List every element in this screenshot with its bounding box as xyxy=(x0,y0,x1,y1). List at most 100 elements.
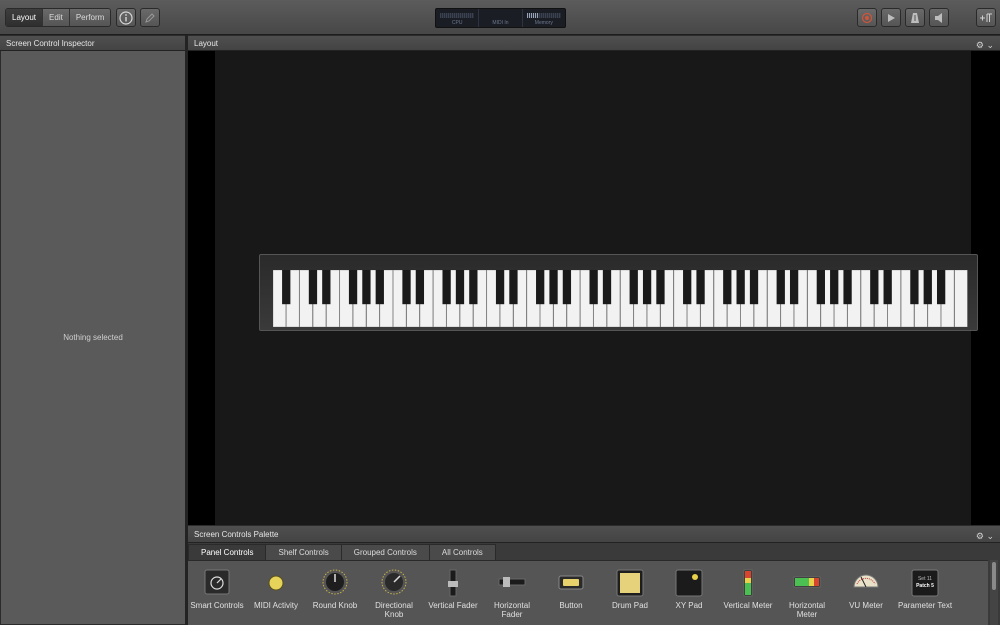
smart-controls-icon xyxy=(204,569,230,595)
black-key[interactable] xyxy=(362,270,371,305)
info-icon xyxy=(119,10,133,25)
cpu-meter: CPU xyxy=(436,9,480,27)
black-key[interactable] xyxy=(789,270,799,305)
play-button[interactable] xyxy=(881,8,901,27)
tab-all-controls[interactable]: All Controls xyxy=(428,544,496,560)
xy-pad-icon xyxy=(675,569,703,597)
black-key[interactable] xyxy=(375,270,384,305)
palette-item-vu-meter[interactable]: VU Meter xyxy=(837,561,895,625)
black-key[interactable] xyxy=(455,270,465,305)
black-key[interactable] xyxy=(642,270,652,305)
inspector-title: Screen Control Inspector xyxy=(6,39,95,48)
palette-item-horizontal-fader[interactable]: Horizontal Fader xyxy=(483,561,541,625)
black-key[interactable] xyxy=(816,270,825,305)
black-key[interactable] xyxy=(509,270,518,305)
white-key[interactable] xyxy=(954,270,968,327)
black-key[interactable] xyxy=(830,270,839,305)
directional-knob-icon xyxy=(381,569,407,595)
nothing-selected-text: Nothing selected xyxy=(63,333,123,342)
palette-item-parameter-text[interactable]: Set 11 Patch 5 Parameter Text xyxy=(896,561,954,625)
drum-pad-icon xyxy=(616,569,644,597)
layout-area[interactable] xyxy=(188,51,1000,525)
black-key[interactable] xyxy=(696,270,705,305)
black-key[interactable] xyxy=(495,270,505,305)
add-controls-button[interactable] xyxy=(976,8,996,27)
black-key[interactable] xyxy=(282,270,291,305)
round-knob-icon xyxy=(322,569,348,595)
pencil-icon xyxy=(145,12,155,23)
midi-activity-icon xyxy=(268,575,284,591)
volume-button[interactable] xyxy=(929,8,949,27)
black-key[interactable] xyxy=(923,270,932,305)
palette-item-horizontal-meter[interactable]: Horizontal Meter xyxy=(778,561,836,625)
palette-items: Smart Controls MIDI Activity Round Knob … xyxy=(188,560,988,625)
palette-title: Screen Controls Palette xyxy=(194,530,279,539)
button-icon xyxy=(558,575,584,590)
black-key[interactable] xyxy=(629,270,638,305)
black-key[interactable] xyxy=(776,270,785,305)
palette-item-xy-pad[interactable]: XY Pad xyxy=(660,561,718,625)
gear-icon: ⚙ xyxy=(975,40,984,50)
midi-in-meter: MIDI In xyxy=(479,9,523,27)
memory-meter: Memory xyxy=(523,9,565,27)
black-key[interactable] xyxy=(870,270,879,305)
black-key[interactable] xyxy=(883,270,892,305)
learn-button[interactable] xyxy=(140,8,160,27)
vertical-fader-icon xyxy=(448,569,458,597)
palette-item-directional-knob[interactable]: Directional Knob xyxy=(365,561,423,625)
layout-header: Layout ⚙ ⌄ xyxy=(188,36,1000,51)
palette-item-vertical-fader[interactable]: Vertical Fader xyxy=(424,561,482,625)
black-key[interactable] xyxy=(469,270,478,305)
black-key[interactable] xyxy=(683,270,692,305)
layout-canvas[interactable] xyxy=(215,51,978,525)
black-key[interactable] xyxy=(322,270,331,305)
black-key[interactable] xyxy=(308,270,318,305)
black-key[interactable] xyxy=(736,270,745,305)
info-button[interactable] xyxy=(116,8,136,27)
black-key[interactable] xyxy=(656,270,665,305)
add-layout-icon xyxy=(980,13,992,22)
edit-mode-button[interactable]: Edit xyxy=(43,9,70,26)
black-key[interactable] xyxy=(562,270,572,305)
record-button[interactable] xyxy=(857,8,877,27)
black-key[interactable] xyxy=(749,270,759,305)
gear-icon: ⚙ xyxy=(975,531,984,541)
chevron-down-icon: ⌄ xyxy=(983,40,994,50)
toolbar: Layout Edit Perform CPU MIDI In Memory xyxy=(0,0,1000,35)
chevron-down-icon: ⌄ xyxy=(983,531,994,541)
palette-tabs: Panel Controls Shelf Controls Grouped Co… xyxy=(188,544,496,560)
layout-mode-button[interactable]: Layout xyxy=(6,9,44,26)
black-key[interactable] xyxy=(723,270,732,305)
play-icon xyxy=(888,13,895,22)
layout-title: Layout xyxy=(194,39,219,48)
palette-item-midi-activity[interactable]: MIDI Activity xyxy=(247,561,305,625)
horizontal-fader-icon xyxy=(498,577,526,587)
black-key[interactable] xyxy=(549,270,558,305)
horizontal-meter-icon xyxy=(793,576,821,588)
metronome-button[interactable] xyxy=(905,8,925,27)
tab-panel-controls[interactable]: Panel Controls xyxy=(188,544,267,560)
black-key[interactable] xyxy=(442,270,451,305)
black-key[interactable] xyxy=(415,270,425,305)
palette-item-round-knob[interactable]: Round Knob xyxy=(306,561,364,625)
inspector-header: Screen Control Inspector xyxy=(0,36,185,51)
black-key[interactable] xyxy=(402,270,411,305)
palette-gear-menu[interactable]: ⚙ ⌄ xyxy=(976,528,994,545)
black-key[interactable] xyxy=(536,270,545,305)
black-key[interactable] xyxy=(843,270,852,305)
palette-item-drum-pad[interactable]: Drum Pad xyxy=(601,561,659,625)
palette-item-smart-controls[interactable]: Smart Controls xyxy=(188,561,246,625)
palette-scrollbar[interactable] xyxy=(990,560,998,625)
piano-keys[interactable] xyxy=(273,270,968,327)
black-key[interactable] xyxy=(602,270,612,305)
black-key[interactable] xyxy=(936,270,946,305)
palette-item-button[interactable]: Button xyxy=(542,561,600,625)
black-key[interactable] xyxy=(348,270,358,305)
black-key[interactable] xyxy=(589,270,598,305)
keyboard-control[interactable] xyxy=(259,254,978,331)
perform-mode-button[interactable]: Perform xyxy=(69,9,111,26)
palette-item-vertical-meter[interactable]: Vertical Meter xyxy=(719,561,777,625)
tab-grouped-controls[interactable]: Grouped Controls xyxy=(340,544,430,560)
black-key[interactable] xyxy=(910,270,919,305)
tab-shelf-controls[interactable]: Shelf Controls xyxy=(265,544,342,560)
